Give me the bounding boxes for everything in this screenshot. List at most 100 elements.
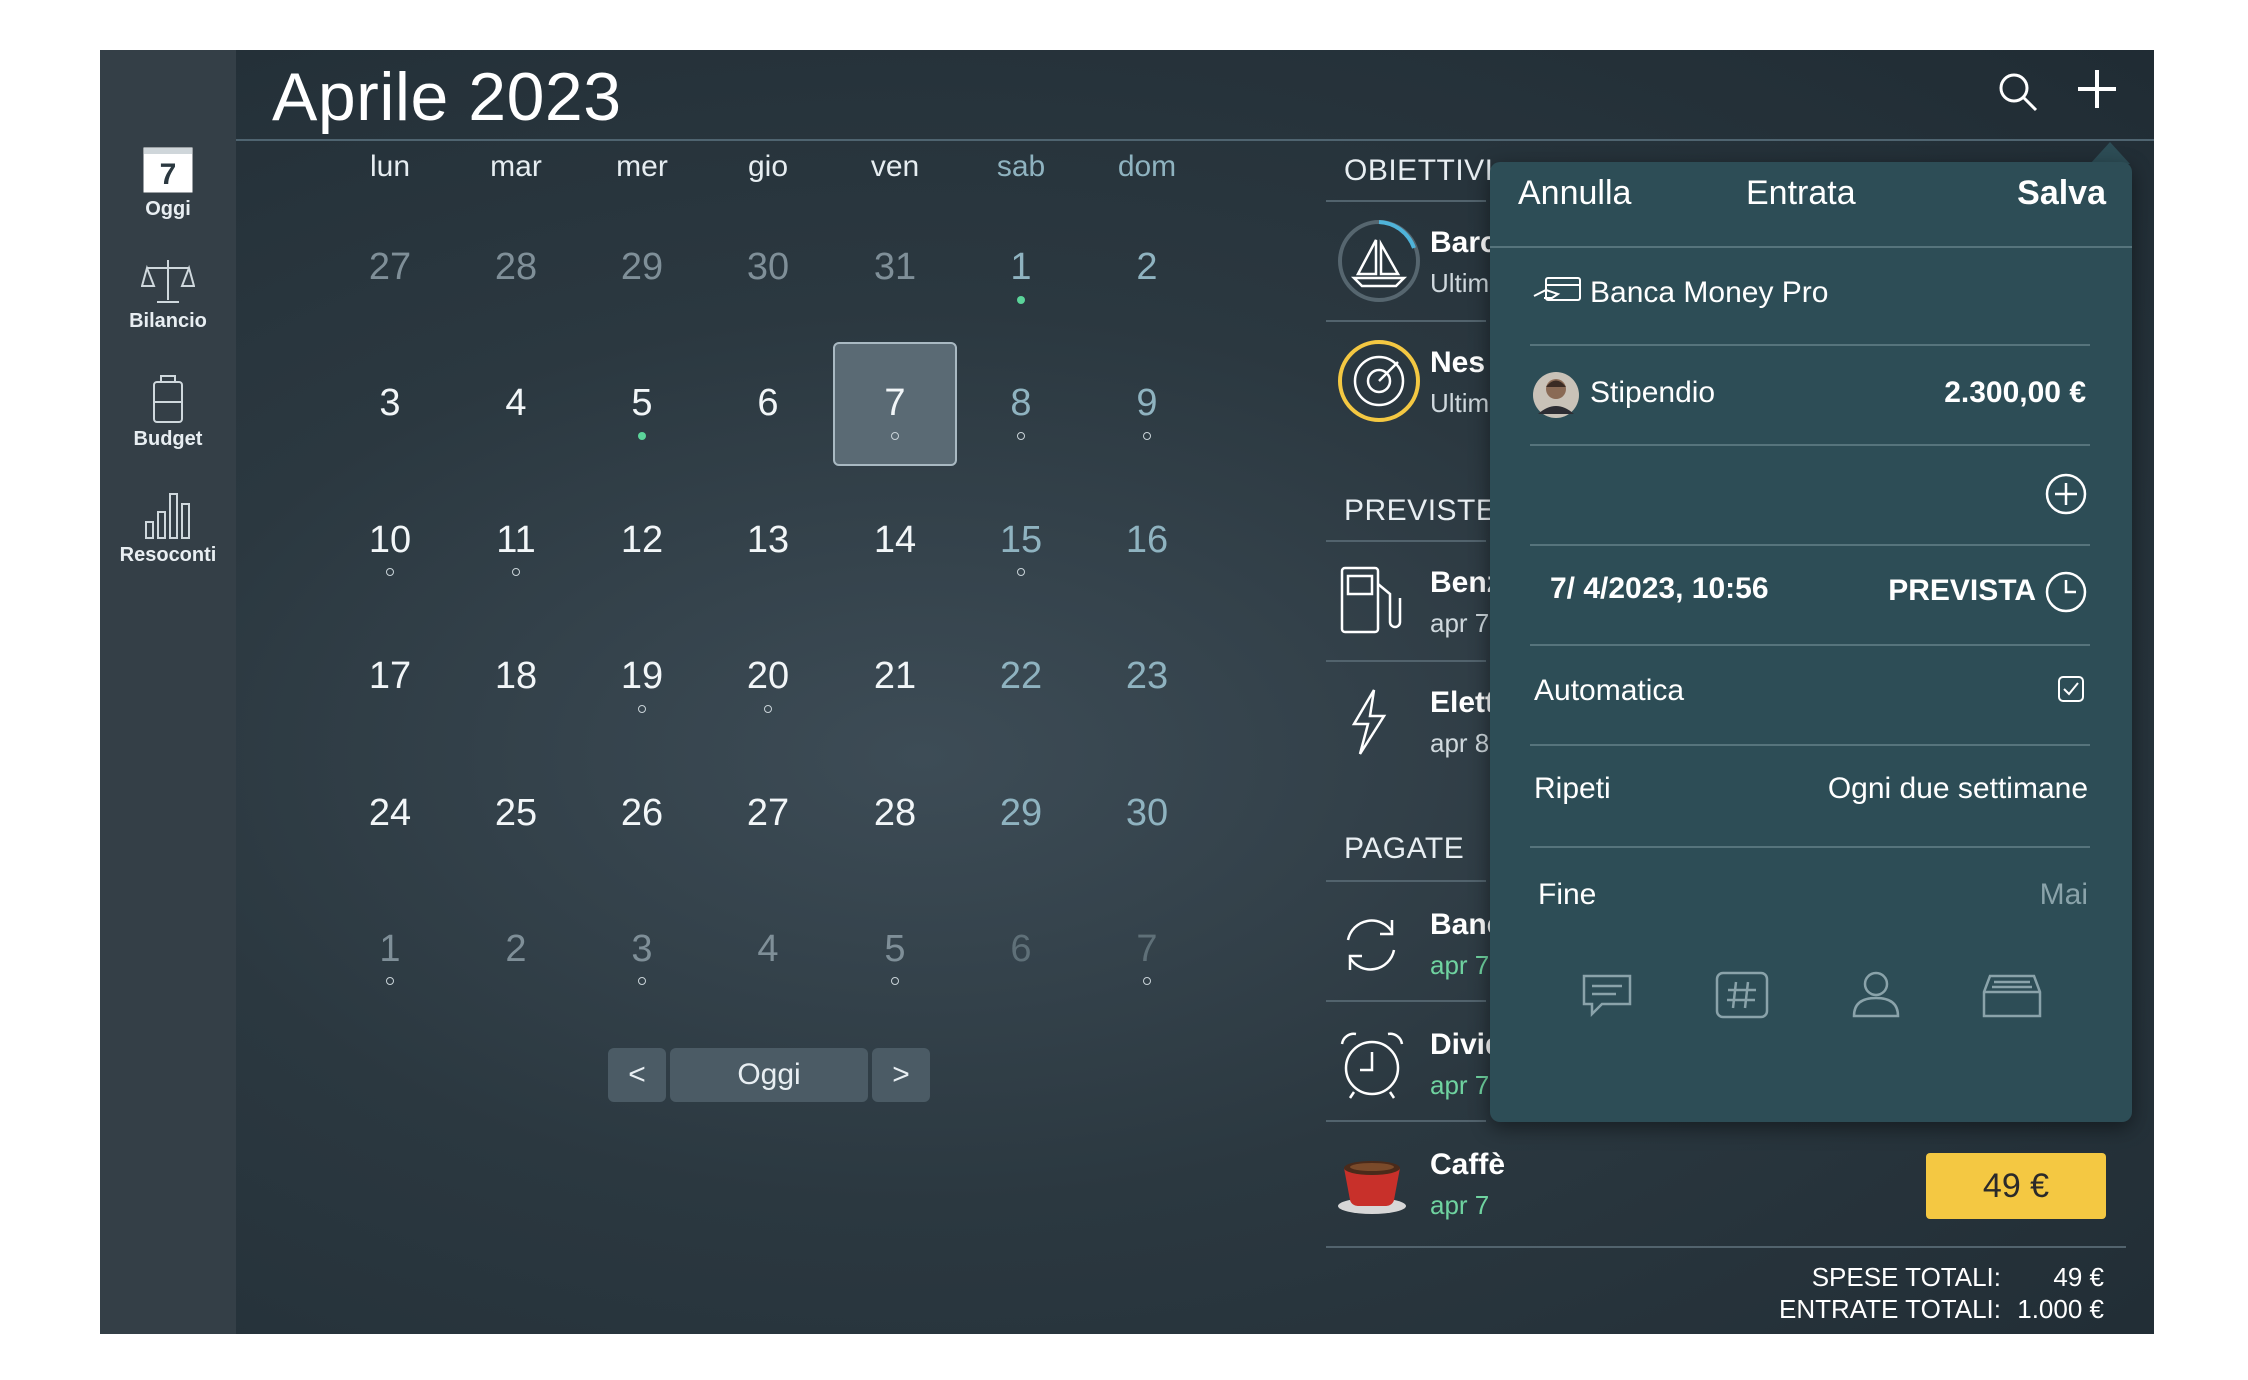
divider <box>1326 880 1486 882</box>
scales-icon <box>141 260 195 303</box>
calendar-day[interactable]: 4 <box>708 928 828 971</box>
end-value[interactable]: Mai <box>2040 878 2088 912</box>
sidebar-item-label: Budget <box>133 428 203 450</box>
sailboat-icon <box>1338 220 1420 302</box>
calendar-day[interactable]: 26 <box>582 792 702 835</box>
calendar-day[interactable]: 3 <box>330 382 450 425</box>
calendar-day[interactable]: 15 <box>961 519 1081 562</box>
calendar-day[interactable]: 1 <box>330 928 450 971</box>
inbox-tray-icon[interactable] <box>1982 970 2042 1020</box>
sidebar-item-oggi[interactable]: 7 Oggi <box>100 146 236 221</box>
total-income-value: 1.000 € <box>2017 1294 2104 1324</box>
calendar-day[interactable]: 9 <box>1087 382 1207 425</box>
calendar-day[interactable]: 2 <box>456 928 576 971</box>
sidebar-item-budget[interactable]: Budget <box>100 374 236 451</box>
repeat-value[interactable]: Ogni due settimane <box>1828 772 2088 806</box>
amount-badge[interactable]: 49 € <box>1926 1153 2106 1219</box>
calendar-day[interactable]: 27 <box>708 792 828 835</box>
calendar-day[interactable]: 29 <box>582 246 702 289</box>
event-dot <box>1143 432 1151 440</box>
date-time-value[interactable]: 7/ 4/2023, 10:56 <box>1550 572 1769 606</box>
sidebar-item-label: Resoconti <box>119 544 217 566</box>
weekday-label: ven <box>870 150 920 183</box>
save-button[interactable]: Salva <box>2017 174 2106 213</box>
calendar-day[interactable]: 29 <box>961 792 1081 835</box>
divider <box>1530 744 2090 746</box>
calendar-day[interactable]: 5 <box>835 928 955 971</box>
total-income-label: ENTRATE TOTALI: <box>1778 1294 2001 1324</box>
today-button[interactable]: Oggi <box>670 1048 868 1102</box>
calendar-day[interactable]: 6 <box>708 382 828 425</box>
calendar-day[interactable]: 1 <box>961 246 1081 289</box>
comment-icon[interactable] <box>1580 970 1634 1020</box>
svg-text:7: 7 <box>160 158 177 191</box>
calendar-day[interactable]: 18 <box>456 655 576 698</box>
calendar-day[interactable]: 6 <box>961 928 1081 971</box>
calendar-day[interactable]: 30 <box>708 246 828 289</box>
account-label[interactable]: Banca Money Pro <box>1590 276 1828 310</box>
calendar-day[interactable]: 7 <box>1087 928 1207 971</box>
calendar-day[interactable]: 22 <box>961 655 1081 698</box>
paid-date: apr 7 <box>1430 950 1490 980</box>
transfer-sync-icon <box>1346 919 1396 971</box>
automatic-checkbox[interactable] <box>2056 674 2086 704</box>
planned-date: apr 7 <box>1430 608 1490 638</box>
goal-subtitle: Ultim <box>1430 268 1490 298</box>
calendar-day[interactable]: 25 <box>456 792 576 835</box>
divider <box>1530 644 2090 646</box>
person-icon[interactable] <box>1850 968 1902 1020</box>
calendar-day[interactable]: 11 <box>456 519 576 562</box>
cancel-button[interactable]: Annulla <box>1518 174 1631 213</box>
hashtag-icon[interactable] <box>1714 970 1770 1020</box>
calendar-day[interactable]: 31 <box>835 246 955 289</box>
add-icon[interactable] <box>2076 68 2118 110</box>
calendar-day[interactable]: 24 <box>330 792 450 835</box>
calendar-day[interactable]: 4 <box>456 382 576 425</box>
calendar-day[interactable]: 19 <box>582 655 702 698</box>
automatic-label: Automatica <box>1534 674 1685 707</box>
calendar-day[interactable]: 21 <box>835 655 955 698</box>
next-month-button[interactable]: > <box>872 1048 930 1102</box>
calendar-day[interactable]: 5 <box>582 382 702 425</box>
add-circle-icon[interactable] <box>2044 472 2088 516</box>
calendar-day[interactable]: 20 <box>708 655 828 698</box>
weekday-label: lun <box>369 150 411 183</box>
sidebar-item-bilancio[interactable]: Bilancio <box>100 256 236 333</box>
event-dot <box>512 568 520 576</box>
calendar-day[interactable]: 2 <box>1087 246 1207 289</box>
calendar-day[interactable]: 13 <box>708 519 828 562</box>
calendar-day-selected[interactable]: 7 <box>835 382 955 425</box>
weekday-label: mer <box>616 150 668 183</box>
calendar-day[interactable]: 12 <box>582 519 702 562</box>
card-hand-icon[interactable] <box>1532 274 1584 310</box>
event-dot <box>638 705 646 713</box>
calendar-day[interactable]: 3 <box>582 928 702 971</box>
status-label[interactable]: PREVISTA <box>1888 574 2036 608</box>
page-title: Aprile 2023 <box>272 59 622 135</box>
alarm-clock-icon <box>1340 1032 1404 1099</box>
calendar-day[interactable]: 28 <box>456 246 576 289</box>
sidebar: 7 Oggi Bilancio Budget Resoconti <box>100 50 236 1334</box>
calendar-day[interactable]: 14 <box>835 519 955 562</box>
weekday-label: mar <box>490 150 542 183</box>
clock-icon[interactable] <box>2044 570 2088 614</box>
divider <box>1326 200 1486 202</box>
section-title-obiettivi: OBIETTIVI <box>1344 154 1494 187</box>
calendar-day[interactable]: 28 <box>835 792 955 835</box>
calendar-day[interactable]: 16 <box>1087 519 1207 562</box>
goal-title: Barc <box>1430 226 1497 259</box>
transaction-type-label[interactable]: Entrata <box>1746 174 1856 213</box>
calendar-day[interactable]: 17 <box>330 655 450 698</box>
sidebar-item-resoconti[interactable]: Resoconti <box>100 490 236 567</box>
search-icon[interactable] <box>1998 72 2038 112</box>
lightning-icon <box>1351 689 1387 755</box>
event-dot <box>1017 432 1025 440</box>
calendar-day[interactable]: 10 <box>330 519 450 562</box>
calendar-day[interactable]: 8 <box>961 382 1081 425</box>
prev-month-button[interactable]: < <box>608 1048 666 1102</box>
category-label[interactable]: Stipendio <box>1590 376 1715 410</box>
calendar-day[interactable]: 23 <box>1087 655 1207 698</box>
calendar-day[interactable]: 30 <box>1087 792 1207 835</box>
amount-value[interactable]: 2.300,00 € <box>1944 376 2086 410</box>
calendar-day[interactable]: 27 <box>330 246 450 289</box>
